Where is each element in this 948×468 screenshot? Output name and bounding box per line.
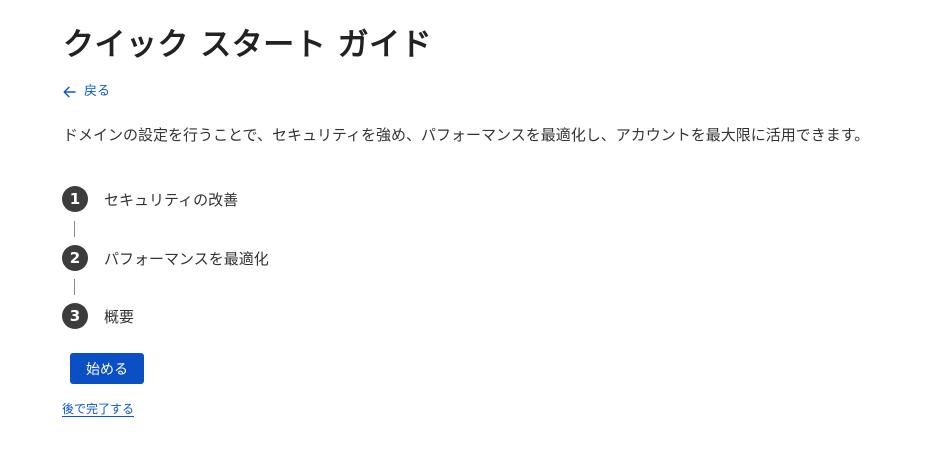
arrow-left-icon [63, 86, 76, 98]
step-number: 1 [62, 186, 88, 212]
page-title: クイック スタート ガイド [63, 27, 433, 63]
back-link-label: 戻る [84, 84, 111, 99]
complete-later-link[interactable]: 後で完了する [62, 400, 134, 418]
step-label: 概要 [104, 307, 135, 326]
quick-start-page: クイック スタート ガイド 戻る ドメインの設定を行うことで、セキュリティを強め… [0, 0, 948, 468]
step-number: 2 [62, 245, 88, 271]
step-label: セキュリティの改善 [104, 190, 239, 209]
step-item-summary: 3 概要 [62, 303, 134, 329]
back-link[interactable]: 戻る [63, 83, 110, 101]
step-connector [74, 279, 75, 295]
step-item-security: 1 セキュリティの改善 [62, 186, 238, 212]
step-label: パフォーマンスを最適化 [104, 249, 269, 268]
step-number: 3 [62, 303, 88, 329]
step-connector [74, 221, 75, 237]
page-description: ドメインの設定を行うことで、セキュリティを強め、パフォーマンスを最適化し、アカウ… [63, 126, 870, 144]
step-item-performance: 2 パフォーマンスを最適化 [62, 245, 269, 271]
start-button[interactable]: 始める [70, 353, 144, 384]
